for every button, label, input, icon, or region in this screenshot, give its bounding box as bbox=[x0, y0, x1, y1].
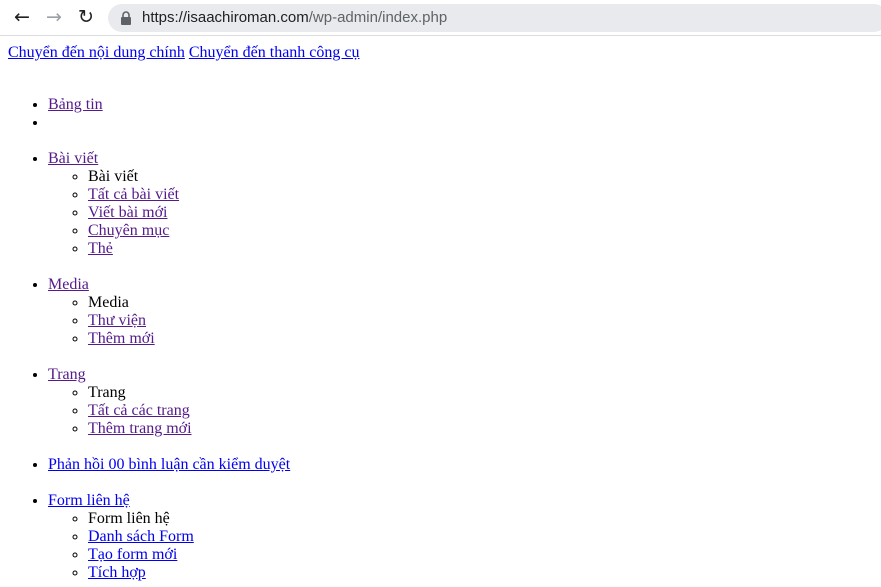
submenu-item: Chuyên mục bbox=[88, 222, 290, 240]
submenu-item: Thư viện bbox=[88, 312, 290, 330]
skip-links: Chuyển đến nội dung chính Chuyển đến tha… bbox=[8, 44, 360, 62]
menu-item-comments: Phản hồi 00 bình luận cần kiểm duyệt bbox=[48, 438, 290, 474]
submenu-link-integration[interactable]: Tích hợp bbox=[88, 564, 146, 581]
url-text[interactable]: https://isaachiroman.com/wp-admin/index.… bbox=[142, 9, 447, 26]
submenu-link-add-media[interactable]: Thêm mới bbox=[88, 330, 155, 347]
submenu-item: Tất cả các trang bbox=[88, 402, 290, 420]
submenu-item: Danh sách Form bbox=[88, 528, 290, 546]
submenu-link-new-form[interactable]: Tạo form mới bbox=[88, 546, 177, 563]
submenu-link-tags[interactable]: Thẻ bbox=[88, 240, 113, 257]
menu-link-pages[interactable]: Trang bbox=[48, 366, 290, 384]
submenu-media: Media Thư viện Thêm mới bbox=[48, 294, 290, 348]
submenu-link-all-posts[interactable]: Tất cả bài viết bbox=[88, 186, 179, 203]
menu-separator bbox=[48, 114, 290, 132]
submenu-item: Tích hợp bbox=[88, 564, 290, 582]
submenu-posts: Bài viết Tất cả bài viết Viết bài mới Ch… bbox=[48, 168, 290, 258]
address-bar[interactable]: https://isaachiroman.com/wp-admin/index.… bbox=[108, 4, 881, 32]
menu-link-dashboard[interactable]: Bảng tin bbox=[48, 96, 290, 114]
menu-link-contact-form[interactable]: Form liên hệ bbox=[48, 492, 290, 510]
submenu-link-library[interactable]: Thư viện bbox=[88, 312, 146, 329]
submenu-item: Thêm trang mới bbox=[88, 420, 290, 438]
reload-icon[interactable]: ↻ bbox=[75, 6, 97, 28]
skip-to-toolbar-link[interactable]: Chuyển đến thanh công cụ bbox=[189, 44, 360, 61]
admin-menu: Bảng tin Bài viết Bài viết Tất cả bài vi… bbox=[8, 78, 290, 582]
submenu-heading: Trang bbox=[88, 384, 290, 402]
menu-item-pages: Trang Trang Tất cả các trang Thêm trang … bbox=[48, 348, 290, 438]
browser-toolbar: ← → ↻ https://isaachiroman.com/wp-admin/… bbox=[0, 0, 881, 36]
menu-item-posts: Bài viết Bài viết Tất cả bài viết Viết b… bbox=[48, 132, 290, 258]
submenu-item: Viết bài mới bbox=[88, 204, 290, 222]
menu-link-comments[interactable]: Phản hồi 00 bình luận cần kiểm duyệt bbox=[48, 456, 290, 474]
submenu-link-form-list[interactable]: Danh sách Form bbox=[88, 528, 194, 545]
url-host: https://isaachiroman.com bbox=[142, 9, 309, 26]
menu-item-contact-form: Form liên hệ Form liên hệ Danh sách Form… bbox=[48, 474, 290, 582]
submenu-item: Thêm mới bbox=[88, 330, 290, 348]
submenu-pages: Trang Tất cả các trang Thêm trang mới bbox=[48, 384, 290, 438]
submenu-heading: Form liên hệ bbox=[88, 510, 290, 528]
submenu-item: Thẻ bbox=[88, 240, 290, 258]
skip-to-content-link[interactable]: Chuyển đến nội dung chính bbox=[8, 44, 185, 61]
page-content: Chuyển đến nội dung chính Chuyển đến tha… bbox=[0, 36, 881, 587]
submenu-link-categories[interactable]: Chuyên mục bbox=[88, 222, 169, 239]
submenu-link-all-pages[interactable]: Tất cả các trang bbox=[88, 402, 190, 419]
submenu-item: Tất cả bài viết bbox=[88, 186, 290, 204]
url-path: /wp-admin/index.php bbox=[308, 9, 448, 26]
lock-icon[interactable] bbox=[119, 11, 133, 25]
menu-item-media: Media Media Thư viện Thêm mới bbox=[48, 258, 290, 348]
submenu-heading: Bài viết bbox=[88, 168, 290, 186]
menu-item-dashboard: Bảng tin bbox=[48, 78, 290, 114]
submenu-contact-form: Form liên hệ Danh sách Form Tạo form mới… bbox=[48, 510, 290, 582]
submenu-item: Tạo form mới bbox=[88, 546, 290, 564]
submenu-link-new-page[interactable]: Thêm trang mới bbox=[88, 420, 192, 437]
submenu-heading: Media bbox=[88, 294, 290, 312]
menu-link-posts[interactable]: Bài viết bbox=[48, 150, 290, 168]
back-arrow-icon[interactable]: ← bbox=[11, 6, 33, 28]
menu-link-media[interactable]: Media bbox=[48, 276, 290, 294]
forward-arrow-icon[interactable]: → bbox=[43, 6, 65, 28]
submenu-link-new-post[interactable]: Viết bài mới bbox=[88, 204, 167, 221]
